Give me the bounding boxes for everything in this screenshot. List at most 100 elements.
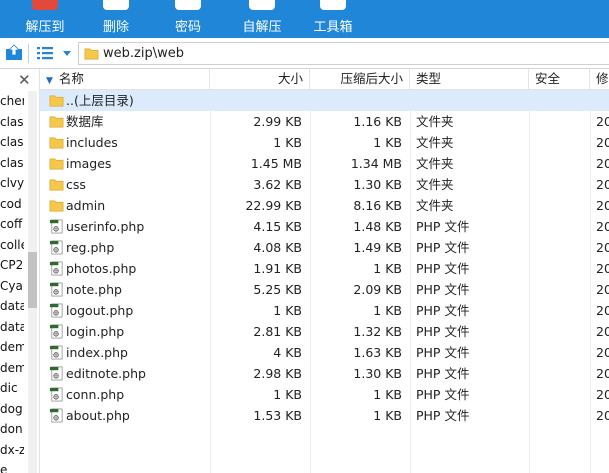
tree-item[interactable]: data — [0, 296, 24, 317]
file-type: PHP 文件 — [416, 408, 470, 423]
file-type: PHP 文件 — [416, 282, 470, 297]
view-dropdown-icon[interactable] — [62, 44, 72, 62]
file-size: 3.62 KB — [253, 177, 302, 192]
file-name: admin — [66, 198, 106, 213]
file-row[interactable]: about.php 1.53 KB 1 KB PHP 文件 20 — [40, 405, 609, 426]
tree-item[interactable]: cher — [0, 91, 24, 112]
tree-item[interactable]: data — [0, 317, 24, 338]
tree-item[interactable]: dx-z — [0, 440, 24, 461]
file-row[interactable]: note.php 5.25 KB 2.09 KB PHP 文件 20 — [40, 279, 609, 300]
column-modified[interactable]: 修 — [590, 69, 609, 90]
column-compressed-size[interactable]: 压缩后大小 — [310, 69, 410, 90]
file-modified — [596, 90, 609, 111]
file-row[interactable]: photos.php 1.91 KB 1 KB PHP 文件 20 — [40, 258, 609, 279]
path-field[interactable]: web.zip\web — [78, 42, 609, 65]
delete-button[interactable]: 删除 — [88, 0, 144, 38]
list-view-icon[interactable] — [36, 44, 54, 62]
file-modified: 20 — [596, 240, 609, 255]
tree-item[interactable]: dic — [0, 378, 24, 399]
file-compressed-size: 1.30 KB — [353, 366, 402, 381]
tree-item[interactable]: coff — [0, 214, 24, 235]
file-modified: 20 — [596, 261, 609, 276]
file-size: 1 KB — [273, 303, 302, 318]
file-compressed-size: 8.16 KB — [353, 198, 402, 213]
file-type: PHP 文件 — [416, 261, 470, 276]
self-extract-button[interactable]: 自解压 — [232, 0, 292, 38]
file-row[interactable]: 数据库 2.99 KB 1.16 KB 文件夹 20 — [40, 111, 609, 132]
tree-item[interactable]: CP2 — [0, 255, 24, 276]
file-name: reg.php — [66, 240, 115, 255]
file-compressed-size: 1 KB — [373, 303, 402, 318]
close-icon[interactable]: ✕ — [18, 71, 31, 89]
php-file-icon — [49, 345, 63, 360]
file-row[interactable]: includes 1 KB 1 KB 文件夹 20 — [40, 132, 609, 153]
tree-item[interactable]: don — [0, 419, 24, 440]
file-compressed-size: 1.49 KB — [353, 240, 402, 255]
file-size: 4.08 KB — [253, 240, 302, 255]
file-modified: 20 — [596, 156, 609, 171]
php-file-icon — [49, 282, 63, 297]
tree-item[interactable]: colle — [0, 235, 24, 256]
self-extract-icon — [249, 0, 275, 10]
tree-item[interactable]: clas — [0, 132, 24, 153]
file-compressed-size: 2.09 KB — [353, 282, 402, 297]
parent-directory-row[interactable]: ..(上层目录) — [40, 90, 609, 111]
tree-item[interactable]: dem — [0, 337, 24, 358]
file-type: 文件夹 — [416, 156, 454, 171]
file-row[interactable]: css 3.62 KB 1.30 KB 文件夹 20 — [40, 174, 609, 195]
folder-icon — [84, 48, 99, 60]
folder-icon — [49, 137, 64, 149]
tree-item[interactable]: clas — [0, 153, 24, 174]
up-folder-icon[interactable] — [5, 44, 25, 62]
file-size: 1.91 KB — [253, 261, 302, 276]
php-file-icon — [49, 261, 63, 276]
file-row[interactable]: userinfo.php 4.15 KB 1.48 KB PHP 文件 20 — [40, 216, 609, 237]
path-text: web.zip\web — [103, 46, 184, 61]
file-name: conn.php — [66, 387, 125, 402]
tree-scrollbar-thumb[interactable] — [28, 252, 37, 308]
column-security[interactable]: 安全 — [529, 69, 590, 90]
file-row[interactable]: logout.php 1 KB 1 KB PHP 文件 20 — [40, 300, 609, 321]
file-size: 22.99 KB — [245, 198, 302, 213]
toolbar-separator — [28, 44, 29, 63]
file-compressed-size: 1 KB — [373, 408, 402, 423]
file-row[interactable]: editnote.php 2.98 KB 1.30 KB PHP 文件 20 — [40, 363, 609, 384]
file-type: PHP 文件 — [416, 324, 470, 339]
file-modified: 20 — [596, 324, 609, 339]
php-file-icon — [49, 387, 63, 402]
folder-icon — [49, 116, 64, 128]
toolbox-button[interactable]: 工具箱 — [304, 0, 362, 38]
column-size[interactable]: 大小 — [210, 69, 310, 90]
file-name: editnote.php — [66, 366, 146, 381]
tree-item[interactable]: clas — [0, 112, 24, 133]
file-compressed-size: 1.16 KB — [353, 114, 402, 129]
folder-icon — [49, 200, 64, 212]
file-row[interactable]: conn.php 1 KB 1 KB PHP 文件 20 — [40, 384, 609, 405]
file-compressed-size: 1 KB — [373, 135, 402, 150]
column-name[interactable]: ▼ 名称 — [40, 69, 210, 90]
folder-tree-panel: ✕ cherclasclasclasclvycodcoffcolleCP2Cya… — [0, 69, 40, 473]
file-row[interactable]: reg.php 4.08 KB 1.49 KB PHP 文件 20 — [40, 237, 609, 258]
file-row[interactable]: login.php 2.81 KB 1.32 KB PHP 文件 20 — [40, 321, 609, 342]
tree-item[interactable]: Cyan — [0, 276, 24, 297]
tree-item[interactable]: e — [0, 460, 24, 473]
tree-item[interactable]: clvy — [0, 173, 24, 194]
php-file-icon — [49, 219, 63, 234]
extract-to-button[interactable]: 解压到 — [14, 0, 76, 38]
file-row[interactable]: index.php 4 KB 1.63 KB PHP 文件 20 — [40, 342, 609, 363]
tree-item[interactable]: cod — [0, 194, 24, 215]
sort-arrow-icon: ▼ — [46, 76, 53, 86]
file-size: 1.45 MB — [250, 156, 302, 171]
php-file-icon — [49, 324, 63, 339]
file-modified: 20 — [596, 408, 609, 423]
tree-item[interactable]: dog — [0, 399, 24, 420]
file-size: 1 KB — [273, 387, 302, 402]
php-file-icon — [49, 303, 63, 318]
column-type[interactable]: 类型 — [410, 69, 529, 90]
file-name: includes — [66, 135, 118, 150]
file-type: PHP 文件 — [416, 387, 470, 402]
tree-item[interactable]: dem — [0, 358, 24, 379]
file-row[interactable]: images 1.45 MB 1.34 MB 文件夹 20 — [40, 153, 609, 174]
file-row[interactable]: admin 22.99 KB 8.16 KB 文件夹 20 — [40, 195, 609, 216]
password-button[interactable]: 密码 — [160, 0, 216, 38]
